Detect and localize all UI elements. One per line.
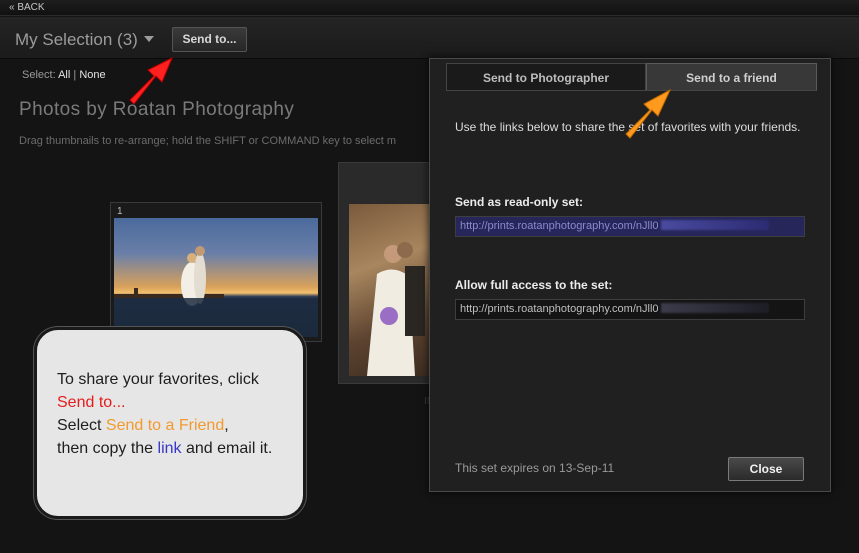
beach-couple-image [114, 246, 318, 337]
tip-callout: To share your favorites, click Send to..… [34, 327, 306, 519]
dialog-intro-text: Use the links below to share the set of … [455, 120, 801, 134]
readonly-link-field[interactable]: http://prints.roatanphotography.com/nJll… [455, 216, 805, 237]
tab-send-to-friend[interactable]: Send to a friend [646, 63, 817, 91]
send-to-button[interactable]: Send to... [172, 27, 247, 52]
tip-comma: , [224, 417, 229, 434]
tip-send-to: Send to... [57, 394, 126, 411]
tab-send-to-photographer[interactable]: Send to Photographer [446, 63, 646, 91]
readonly-label: Send as read-only set: [455, 195, 584, 209]
tip-send-friend: Send to a Friend [105, 417, 225, 434]
gallery-title: Photos by Roatan Photography [19, 99, 295, 120]
kissing-couple-image [367, 242, 425, 376]
select-all-link[interactable]: All [58, 69, 70, 81]
gallery-hint: Drag thumbnails to re-arrange; hold the … [19, 135, 396, 147]
select-none-link[interactable]: None [79, 69, 105, 81]
full-access-label: Allow full access to the set: [455, 278, 613, 292]
chevron-down-icon[interactable] [144, 36, 154, 42]
redacted-blur [660, 303, 769, 313]
thumbnail-photo-beach[interactable] [114, 218, 318, 337]
full-access-link-field[interactable]: http://prints.roatanphotography.com/nJll… [455, 299, 805, 320]
select-separator: | [73, 69, 77, 81]
tip-select: Select [57, 417, 102, 434]
close-button[interactable]: Close [728, 457, 804, 481]
readonly-link-text: http://prints.roatanphotography.com/nJll… [460, 220, 659, 232]
expiry-text: This set expires on 13-Sep-11 [455, 461, 615, 475]
tip-link-word: link [157, 440, 182, 457]
redacted-blur [660, 220, 769, 230]
tip-and-email: and email it. [186, 440, 273, 457]
thumbnail-photo-kiss[interactable] [349, 204, 429, 376]
share-dialog: Send to Photographer Send to a friend Us… [429, 58, 831, 492]
tab-divider [446, 90, 817, 91]
top-bar: « BACK [0, 0, 859, 16]
tip-text: To share your favorites, click Send to..… [57, 368, 297, 460]
selection-bar: My Selection (3) Send to... [0, 17, 859, 59]
thumbnail-number: 1 [117, 206, 123, 217]
select-row: Select: All | None [22, 69, 106, 81]
selection-title[interactable]: My Selection (3) [15, 30, 138, 50]
select-label: Select: [22, 69, 56, 81]
tip-line-1: To share your favorites, click [57, 371, 259, 388]
back-link[interactable]: « BACK [9, 2, 45, 13]
full-access-link-text: http://prints.roatanphotography.com/nJll… [460, 303, 659, 315]
tip-then-copy: then copy the [57, 440, 154, 457]
